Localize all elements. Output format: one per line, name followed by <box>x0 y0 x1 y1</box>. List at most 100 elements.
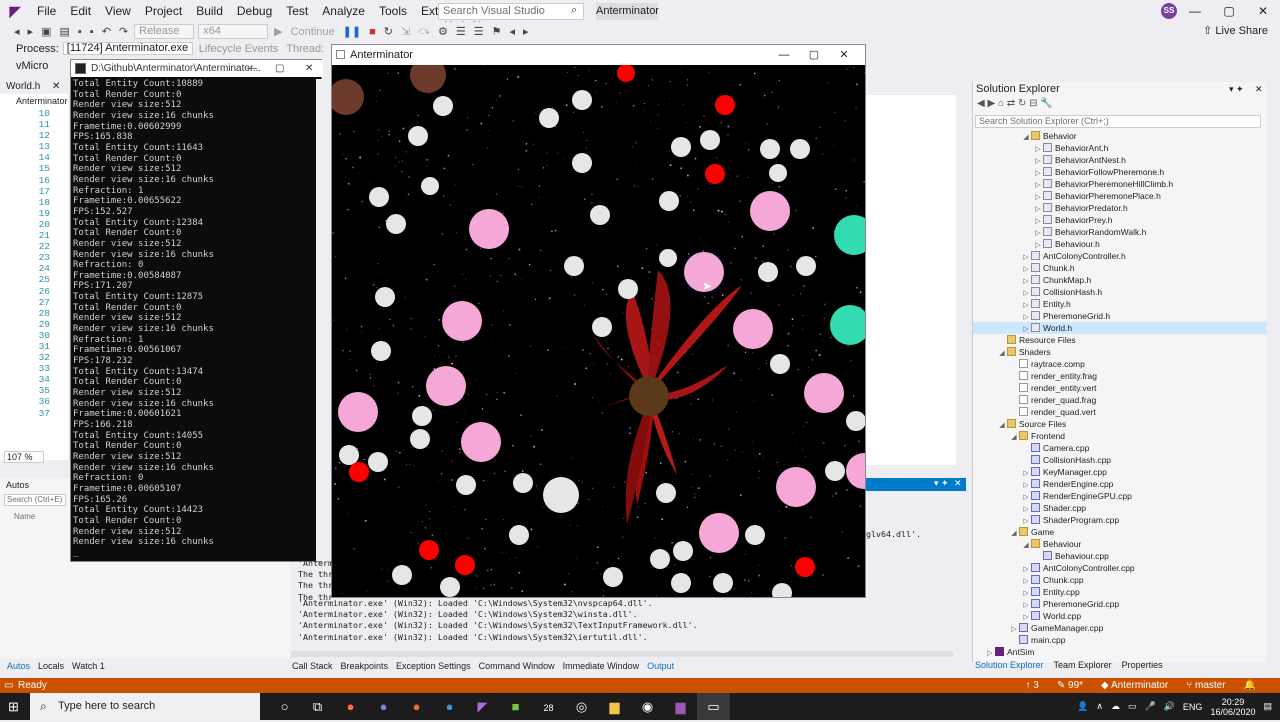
comment-icon[interactable]: ☰ <box>474 25 484 38</box>
minimize-icon[interactable]: — <box>1178 0 1212 22</box>
tree-item[interactable]: ◢ Game <box>973 526 1267 538</box>
config-dropdown[interactable]: Release <box>134 24 195 39</box>
user-avatar[interactable]: SS <box>1161 3 1177 19</box>
navigate-forward-icon[interactable]: ▸ <box>28 25 34 38</box>
tree-item[interactable]: ▷ KeyManager.cpp <box>973 466 1267 478</box>
search-icon[interactable]: ⌕ <box>571 4 577 17</box>
game-minimize-icon[interactable]: — <box>769 45 799 65</box>
stop-icon[interactable]: ■ <box>369 26 376 38</box>
console-minimize-icon[interactable]: — <box>247 60 257 77</box>
error-count[interactable]: ↑ 3 <box>1026 678 1039 693</box>
clock[interactable]: 20:29 16/06/2020 <box>1210 697 1255 717</box>
tree-item[interactable]: ▷ BehaviorPrey.h <box>973 214 1267 226</box>
step-into-icon[interactable]: ⇲ <box>401 25 410 38</box>
back-icon[interactable]: ◀ <box>977 98 987 109</box>
zoom-dropdown[interactable]: 107 % <box>4 451 44 463</box>
notifications-icon[interactable]: ▤ <box>1263 701 1272 712</box>
output-hscroll[interactable] <box>291 651 953 657</box>
continue-button[interactable]: Continue <box>291 26 335 38</box>
tree-item[interactable]: ▷ PheremoneGrid.cpp <box>973 598 1267 610</box>
tree-item[interactable]: ▷ BehaviorPheremonePlace.h <box>973 190 1267 202</box>
tree-item[interactable]: render_quad.frag <box>973 394 1267 406</box>
tree-item[interactable]: ▷ BehaviorPheremoneHillClimb.h <box>973 178 1267 190</box>
file-explorer-icon[interactable]: ▆ <box>598 693 631 720</box>
menu-file[interactable]: File <box>30 0 63 22</box>
tree-item[interactable]: ▷ Entity.cpp <box>973 586 1267 598</box>
tree-item[interactable]: Resource Files <box>973 334 1267 346</box>
tray-language[interactable]: ENG <box>1183 702 1203 712</box>
panel-close-icon[interactable]: ✕ <box>1255 82 1263 96</box>
menu-view[interactable]: View <box>98 0 138 22</box>
tab-watch-1[interactable]: Watch 1 <box>72 661 105 671</box>
tree-item[interactable]: ◢ Behavior <box>973 130 1267 142</box>
redo-icon[interactable]: ↷ <box>119 25 128 38</box>
tree-item[interactable]: ▷ CollisionHash.h <box>973 286 1267 298</box>
tab-autos[interactable]: Autos <box>7 661 30 671</box>
save-all-icon[interactable]: ▪ <box>90 26 94 38</box>
tray-mic-icon[interactable]: 🎤 <box>1144 701 1155 712</box>
menu-debug[interactable]: Debug <box>230 0 279 22</box>
menu-build[interactable]: Build <box>189 0 230 22</box>
visual-studio-icon[interactable]: ◤ <box>466 693 499 720</box>
tree-item[interactable]: ◢ Behaviour <box>973 538 1267 550</box>
tab-call-stack[interactable]: Call Stack <box>292 661 333 671</box>
warning-count[interactable]: ✎ 99* <box>1057 678 1083 693</box>
project-indicator[interactable]: ◆ Anterminator <box>1101 678 1168 693</box>
app-green-icon[interactable]: ■ <box>499 693 532 720</box>
tree-item[interactable]: ▷ RenderEngineGPU.cpp <box>973 490 1267 502</box>
game-close-icon[interactable]: ✕ <box>829 45 859 65</box>
tab-exception-settings[interactable]: Exception Settings <box>396 661 471 671</box>
tray-user-icon[interactable]: 👤 <box>1077 701 1088 712</box>
tree-item[interactable]: ▷ AntSim <box>973 646 1267 658</box>
tray-expand-icon[interactable]: ∧ <box>1096 701 1103 712</box>
tree-item[interactable]: ▷ ChunkMap.h <box>973 274 1267 286</box>
new-project-icon[interactable]: ▣ <box>41 25 51 38</box>
maximize-icon[interactable]: ▢ <box>1212 0 1246 22</box>
tree-item[interactable]: ◢ Shaders <box>973 346 1267 358</box>
forward-icon[interactable]: ▶ <box>987 98 997 109</box>
tree-item[interactable]: ▷ BehaviorPredator.h <box>973 202 1267 214</box>
solution-search-input[interactable]: Search Solution Explorer (Ctrl+;) <box>975 115 1261 128</box>
notification-icon[interactable]: 🔔 <box>1244 678 1256 693</box>
tree-item[interactable]: ▷ World.cpp <box>973 610 1267 622</box>
tab-breakpoints[interactable]: Breakpoints <box>341 661 389 671</box>
tree-item[interactable]: raytrace.comp <box>973 358 1267 370</box>
calendar-icon[interactable]: 28 <box>532 693 565 720</box>
bookmark-next-icon[interactable]: ▸ <box>523 25 529 38</box>
panel-options-icon[interactable]: ▾ ✦ <box>1229 82 1244 96</box>
navigate-back-icon[interactable]: ◂ <box>14 25 20 38</box>
tray-network-icon[interactable]: ▭ <box>1128 701 1137 712</box>
tree-item[interactable]: ▷ Shader.cpp <box>973 502 1267 514</box>
tab-immediate-window[interactable]: Immediate Window <box>563 661 640 671</box>
console-close-icon[interactable]: ✕ <box>305 60 313 77</box>
output-close-icon[interactable]: ✕ <box>954 478 962 489</box>
origin-icon[interactable]: ● <box>400 693 433 720</box>
console-window[interactable]: D:\Github\Anterminator\Anterminator... —… <box>70 59 323 562</box>
taskbar-search-input[interactable]: ⌕ Type here to search <box>30 693 260 720</box>
tree-item[interactable]: render_entity.vert <box>973 382 1267 394</box>
tab-output[interactable]: Output <box>647 661 674 671</box>
tab-locals[interactable]: Locals <box>38 661 64 671</box>
tab-properties[interactable]: Properties <box>1122 660 1163 673</box>
tab-command-window[interactable]: Command Window <box>479 661 555 671</box>
expander-icon[interactable]: ▷ <box>985 648 995 660</box>
tree-item[interactable]: ◢ Frontend <box>973 430 1267 442</box>
tree-item[interactable]: render_quad.vert <box>973 406 1267 418</box>
open-file-icon[interactable]: ▤ <box>59 25 69 38</box>
tray-volume-icon[interactable]: 🔊 <box>1164 701 1175 712</box>
edge-icon[interactable]: ● <box>433 693 466 720</box>
restart-icon[interactable]: ↻ <box>384 25 393 38</box>
tree-item[interactable]: ▷ AntColonyController.cpp <box>973 562 1267 574</box>
tab-solution-explorer[interactable]: Solution Explorer <box>975 660 1044 673</box>
game-maximize-icon[interactable]: ▢ <box>799 45 829 65</box>
lifecycle-events-dropdown[interactable]: Lifecycle Events <box>199 43 278 55</box>
game-window[interactable]: Anterminator — ▢ ✕ ➤ <box>331 44 866 598</box>
tree-item[interactable]: ▷ BehaviorRandomWalk.h <box>973 226 1267 238</box>
console-maximize-icon[interactable]: ▢ <box>275 60 284 77</box>
tree-item[interactable]: ▷ PheremoneGrid.h <box>973 310 1267 322</box>
autos-search-input[interactable]: Search (Ctrl+E) <box>4 494 66 506</box>
file-tab[interactable]: World.h <box>6 81 40 92</box>
firefox-icon[interactable]: ● <box>334 693 367 720</box>
vs-search-input[interactable]: Search Visual Studio (Ctrl+Q) <box>438 3 584 32</box>
tree-item[interactable]: Behaviour.cpp <box>973 550 1267 562</box>
